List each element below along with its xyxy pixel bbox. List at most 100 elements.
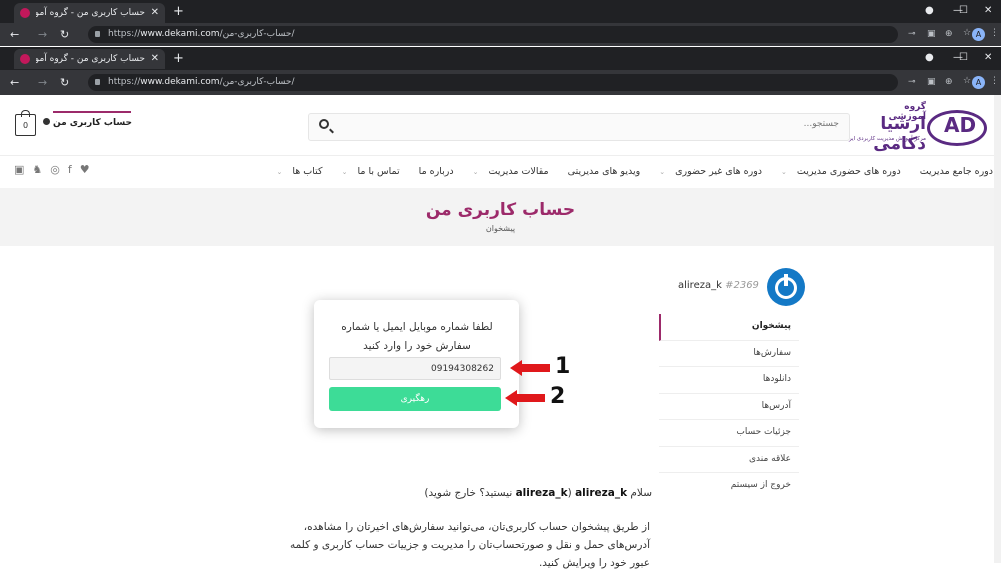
profile-avatar[interactable]: A [972, 28, 985, 41]
page-title: حساب کاربری من [425, 200, 576, 220]
menu-label: دوره های حضوری مدیریت [796, 166, 901, 177]
user-id: #2369 [725, 280, 759, 291]
maximize-button[interactable]: ☐ [959, 52, 968, 63]
sidebar-item-downloads[interactable]: دانلودها [659, 367, 799, 394]
main-menu: دوره جامع مدیریت دوره های حضوری مدیریت⌄ … [261, 166, 994, 177]
menu-label: تماس با ما [357, 166, 400, 177]
chrome-profile-icon[interactable]: ● [925, 5, 934, 16]
back-icon[interactable]: ← [10, 28, 19, 41]
bookmark-star-icon[interactable]: ☆ [963, 28, 971, 38]
breadcrumb[interactable]: پیشخوان [0, 224, 1001, 233]
lock-icon [95, 79, 100, 85]
new-tab-button[interactable]: + [173, 50, 184, 68]
menu-label: دوره های غیر حضوری [675, 166, 763, 177]
menu-label: دوره جامع مدیریت [919, 166, 993, 177]
menu-label: کتاب ها [292, 166, 323, 177]
browser-tab-2[interactable]: حساب کاربری من - گروه آموزشی ار... ✕ [14, 49, 165, 69]
address-bar[interactable]: https://www.dekami.com/حساب-کاربری-من/ [88, 74, 898, 91]
site-search [308, 113, 850, 141]
annotation-arrow-icon [505, 390, 545, 406]
sidebar-item-account-details[interactable]: جزئیات حساب [659, 420, 799, 447]
track-button[interactable]: رهگیری [329, 387, 501, 411]
sidebar-item-logout[interactable]: خروج از سیستم [659, 473, 799, 499]
maximize-button[interactable]: ☐ [959, 5, 968, 16]
menu-item-books[interactable]: کتاب ها ⌄ [269, 166, 323, 177]
search-input[interactable] [537, 118, 841, 130]
account-link-label: حساب کاربری من [52, 118, 132, 128]
menu-kebab-icon[interactable]: ⋮ [990, 28, 999, 38]
user-display: alireza_k #2369 [678, 280, 759, 291]
url-domain: www.dekami.com [140, 29, 220, 39]
key-icon[interactable]: ⊸ [908, 29, 916, 39]
annotation-number-1: 1 [555, 354, 571, 379]
tab-close-icon[interactable]: ✕ [151, 3, 159, 23]
instagram-icon[interactable]: ◎ [50, 163, 60, 176]
greeting: سلام alireza_k (alireza_k نیستید؟ خارج ش… [424, 487, 652, 499]
key-icon[interactable]: ⊸ [908, 77, 916, 87]
facebook-icon[interactable]: f [68, 163, 72, 176]
logo-mark[interactable]: AD [944, 113, 976, 137]
menu-item-online[interactable]: دوره های غیر حضوری ⌄ [651, 166, 762, 177]
annotation-arrow-icon [510, 360, 550, 376]
chevron-down-icon: ⌄ [472, 168, 479, 176]
greeting-name: alireza_k [575, 487, 628, 499]
forward-icon[interactable]: → [38, 28, 47, 41]
close-window-button[interactable]: ✕ [984, 5, 992, 16]
url-domain: www.dekami.com [140, 77, 220, 87]
chevron-down-icon: ⌄ [781, 168, 787, 176]
back-icon[interactable]: ← [10, 76, 19, 89]
menu-item-videos[interactable]: ویدیو های مدیریتی [560, 166, 641, 177]
search-icon[interactable] [319, 119, 329, 129]
account-link[interactable]: حساب کاربری من [40, 118, 132, 128]
chevron-down-icon: ⌄ [276, 168, 283, 176]
greeting-paren-open: ( [567, 487, 572, 499]
sidebar-item-addresses[interactable]: آدرس‌ها [659, 394, 799, 420]
sidebar-item-wishlist[interactable]: علاقه مندی [659, 447, 799, 473]
sidebar-item-dashboard[interactable]: پیشخوان [659, 314, 799, 341]
url-path: /حساب-کاربری-من/ [219, 29, 295, 39]
browser-tab[interactable]: حساب کاربری من - گروه آموزشی ار... ✕ [14, 3, 165, 23]
menu-item-articles[interactable]: مقالات مدیریت ⌄ [465, 166, 549, 177]
twitter-icon[interactable]: ♞ [32, 163, 42, 176]
zoom-icon[interactable]: ⊕ [945, 29, 953, 39]
menu-item-about[interactable]: درباره ما [411, 166, 454, 177]
logo-title[interactable]: ارشیا دکامی [862, 114, 926, 154]
tab-title: حساب کاربری من - گروه آموزشی ار... [36, 8, 145, 18]
new-tab-button[interactable]: + [173, 3, 184, 21]
translate-icon[interactable]: ▣ [927, 77, 936, 87]
zoom-icon[interactable]: ⊕ [945, 77, 953, 87]
forward-icon[interactable]: → [38, 76, 47, 89]
heart-icon[interactable]: ♥ [80, 163, 90, 176]
menu-item-in-person[interactable]: دوره های حضوری مدیریت ⌄ [773, 166, 901, 177]
url-prefix: https:// [108, 77, 141, 87]
account-sidebar: پیشخوان سفارش‌ها دانلودها آدرس‌ها جزئیات… [659, 314, 799, 499]
cart-count: 0 [22, 121, 29, 130]
menu-kebab-icon[interactable]: ⋮ [990, 76, 999, 86]
tracking-input[interactable] [329, 357, 501, 380]
menu-item-comprehensive[interactable]: دوره جامع مدیریت [912, 166, 993, 177]
logout-link[interactable]: خارج شوید [428, 487, 476, 499]
bookmark-star-icon[interactable]: ☆ [963, 76, 971, 86]
tab-close-icon[interactable]: ✕ [151, 49, 159, 69]
menu-item-contact[interactable]: تماس با ما ⌄ [334, 166, 400, 177]
sidebar-item-orders[interactable]: سفارش‌ها [659, 341, 799, 367]
page-scrollbar[interactable] [994, 95, 1001, 563]
linkedin-icon[interactable]: ▣ [14, 163, 24, 176]
menu-label: مقالات مدیریت [488, 166, 549, 177]
profile-avatar[interactable]: A [972, 76, 985, 89]
annotation-number-2: 2 [550, 384, 566, 409]
menu-label: ویدیو های مدیریتی [567, 166, 641, 177]
translate-icon[interactable]: ▣ [927, 29, 936, 39]
close-window-button[interactable]: ✕ [984, 52, 992, 63]
chevron-down-icon: ⌄ [659, 168, 666, 176]
url-prefix: https:// [108, 29, 141, 39]
address-bar[interactable]: https://www.dekami.com/حساب-کاربری-من/ [88, 26, 898, 43]
dashboard-description: از طریق پیشخوان حساب کاربری‌تان، می‌توان… [289, 521, 650, 569]
site-favicon-icon [20, 54, 30, 64]
chrome-profile-icon[interactable]: ● [925, 52, 934, 63]
reload-icon[interactable]: ↻ [60, 76, 69, 89]
greeting-name-2: alireza_k [515, 487, 568, 499]
reload-icon[interactable]: ↻ [60, 28, 69, 41]
account-underline [53, 111, 131, 113]
cart-button[interactable]: 0 [15, 110, 36, 136]
